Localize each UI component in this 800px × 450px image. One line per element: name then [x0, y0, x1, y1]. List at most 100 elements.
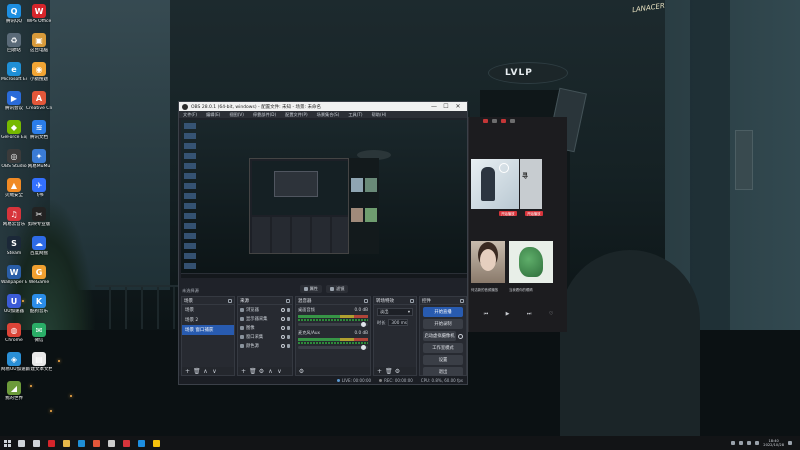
remove-source-button[interactable]: 🗑 — [249, 368, 257, 375]
add-source-button[interactable]: + — [240, 368, 247, 375]
music-nav-icon[interactable] — [492, 119, 497, 123]
menu-item[interactable]: 停靠部件(D) — [253, 112, 276, 118]
character-thumbnail[interactable] — [509, 241, 553, 283]
wps-icon[interactable] — [48, 439, 55, 447]
music-app-window[interactable]: 寻 开始播放 开始播放 何洁新的音频播放 当我看你的眼睛 ⏮ ▶ ⏭ ♡ — [468, 117, 567, 332]
desktop-icon[interactable]: ◆GeForce Experience — [1, 120, 27, 140]
album-card-side[interactable]: 寻 — [520, 159, 542, 209]
desktop-icon[interactable]: ◉ 小猿搜题 — [26, 62, 52, 82]
desktop-icon[interactable]: ▤ 新建文本文档 — [26, 352, 52, 372]
desktop-icon[interactable]: ▲ 火绒安全 — [1, 178, 27, 198]
creative-cloud-icon[interactable] — [93, 439, 100, 447]
heart-icon[interactable]: ♡ — [549, 311, 553, 317]
qq-icon[interactable] — [138, 439, 145, 447]
settings-button[interactable]: 设置 — [423, 355, 463, 365]
desktop-icon[interactable]: ◎ OBS Studio — [1, 149, 27, 169]
start-streaming-button[interactable]: 开始直播 — [423, 307, 463, 317]
desktop-icon[interactable]: ▣ 这台电脑 — [26, 33, 52, 53]
lock-icon[interactable] — [287, 343, 290, 348]
desktop-icon[interactable]: ACreative Cloud — [26, 91, 52, 111]
menu-item[interactable]: 编辑(E) — [206, 112, 220, 118]
obs-icon[interactable] — [108, 439, 115, 447]
music-nav-icon[interactable] — [501, 119, 506, 123]
music-nav-icon[interactable] — [510, 119, 515, 123]
menu-item[interactable]: 帮助(H) — [372, 112, 387, 118]
volume-icon[interactable] — [747, 441, 752, 445]
desktop-icon[interactable]: ◍ Chrome — [1, 323, 27, 343]
eye-icon[interactable] — [281, 316, 285, 321]
source-item[interactable]: 窗口采集 — [238, 332, 292, 341]
lock-icon[interactable] — [287, 334, 290, 339]
source-item[interactable]: 颜色源 — [238, 341, 292, 350]
music-nav-icon[interactable] — [483, 119, 488, 123]
desktop-icon[interactable]: W WPS Office — [26, 4, 52, 24]
chrome-icon[interactable] — [153, 439, 160, 447]
network-icon[interactable] — [739, 441, 744, 445]
start-button[interactable] — [0, 436, 14, 450]
desktop-icon[interactable]: ✂ 剪映专业版 — [26, 207, 52, 227]
filters-button[interactable]: 滤镜 — [326, 284, 349, 293]
close-button[interactable]: ✕ — [452, 103, 464, 110]
chevron-up-icon[interactable] — [731, 441, 736, 445]
scene-item[interactable]: 场景 — [182, 305, 234, 315]
taskview-icon[interactable] — [33, 439, 40, 447]
play-badge[interactable]: 开始播放 — [499, 211, 517, 216]
eye-icon[interactable] — [281, 307, 285, 312]
scene-down-button[interactable]: ∨ — [211, 368, 218, 375]
netease-music-icon[interactable] — [123, 439, 130, 447]
menu-item[interactable]: 工具(T) — [348, 112, 362, 118]
undock-icon[interactable] — [286, 298, 290, 303]
search-icon[interactable] — [18, 439, 25, 447]
undock-icon[interactable] — [228, 298, 232, 303]
source-item[interactable]: 图像 — [238, 323, 292, 332]
lock-icon[interactable] — [287, 316, 290, 321]
eye-icon[interactable] — [281, 343, 285, 348]
explorer-icon[interactable] — [63, 439, 70, 447]
desktop-icon[interactable]: S Steam — [1, 236, 27, 256]
mixer-settings-button[interactable]: ⚙ — [298, 368, 305, 375]
desktop-icon[interactable]: ✦ 网易MuMu — [26, 149, 52, 169]
studio-mode-button[interactable]: 工作室模式 — [423, 343, 463, 353]
eye-icon[interactable] — [281, 334, 285, 339]
desktop-icon[interactable]: ▶ 腾讯会议 — [1, 91, 27, 111]
source-down-button[interactable]: ∨ — [276, 368, 283, 375]
undock-icon[interactable] — [410, 298, 414, 303]
desktop-icon[interactable]: ✉ 微信 — [26, 323, 52, 343]
source-item[interactable]: 显示器采集 — [238, 314, 292, 323]
desktop-icon[interactable]: ≋ 腾讯文档 — [26, 120, 52, 140]
desktop-icon[interactable]: ✈ 飞书 — [26, 178, 52, 198]
gear-icon[interactable] — [458, 333, 463, 339]
eye-icon[interactable] — [281, 325, 285, 330]
obs-title-bar[interactable]: OBS 28.0.1 (64-bit, windows) - 配置文件: 未知 … — [179, 102, 467, 111]
clock[interactable]: 18:40 2022/10/28 — [763, 439, 784, 448]
desktop-icon[interactable]: ☁ 百度网盘 — [26, 236, 52, 256]
remove-scene-button[interactable]: 🗑 — [193, 368, 201, 375]
source-up-button[interactable]: ∧ — [267, 368, 274, 375]
transition-properties-button[interactable]: ⚙ — [394, 368, 401, 375]
desktop-icon[interactable]: K 酷狗音乐 — [26, 294, 52, 314]
ime-icon[interactable] — [755, 441, 760, 445]
undock-icon[interactable] — [364, 298, 368, 303]
start-virtual-camera-button[interactable]: 启动虚拟摄像机 — [423, 331, 456, 341]
desktop-icon[interactable]: ♻ 回收站 — [1, 33, 27, 53]
desktop-icon[interactable]: G WeGame — [26, 265, 52, 285]
add-transition-button[interactable]: + — [376, 368, 383, 375]
fader-knob[interactable] — [361, 322, 366, 327]
menu-item[interactable]: 配置文件(P) — [285, 112, 308, 118]
obs-preview-canvas[interactable] — [181, 120, 467, 278]
undock-icon[interactable] — [460, 298, 464, 303]
scene-item[interactable]: 场景 2 — [182, 315, 234, 325]
properties-button[interactable]: 属性 — [299, 284, 322, 293]
play-icon[interactable]: ▶ — [506, 311, 510, 317]
remove-transition-button[interactable]: 🗑 — [385, 368, 393, 375]
desktop-icon[interactable]: eMicrosoft Edge — [1, 62, 27, 82]
obs-window[interactable]: OBS 28.0.1 (64-bit, windows) - 配置文件: 未知 … — [178, 101, 468, 385]
desktop-icon[interactable]: ◈网易UU加速器 — [1, 352, 27, 372]
scene-up-button[interactable]: ∧ — [202, 368, 209, 375]
portrait-thumbnail[interactable] — [471, 241, 505, 283]
volume-fader[interactable] — [298, 345, 368, 350]
prev-icon[interactable]: ⏮ — [484, 311, 489, 317]
source-item[interactable]: 浏览器 — [238, 305, 292, 314]
next-icon[interactable]: ⏭ — [527, 311, 532, 317]
desktop-icon[interactable]: ♫ 网易云音乐 — [1, 207, 27, 227]
